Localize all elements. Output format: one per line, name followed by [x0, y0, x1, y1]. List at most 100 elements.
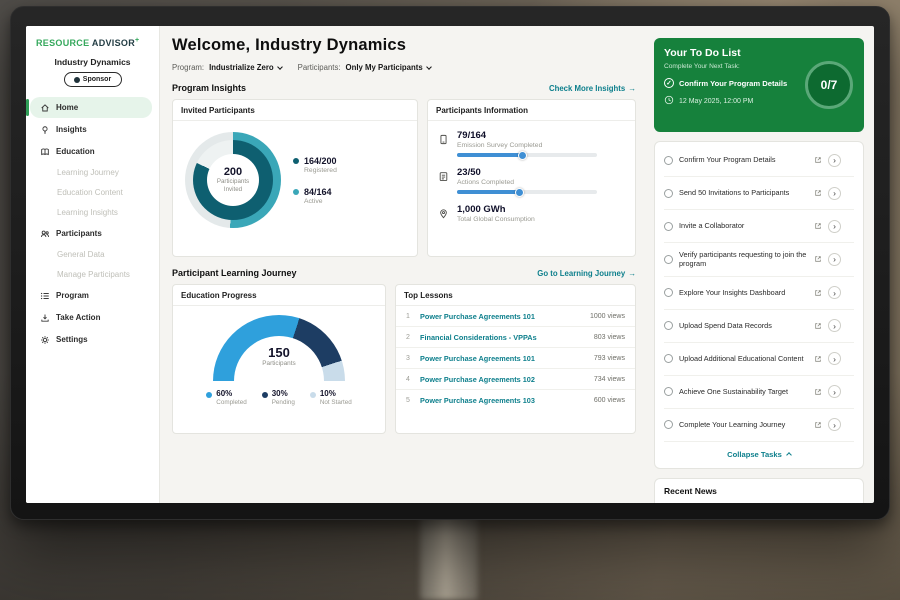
task-checkbox[interactable]	[664, 189, 673, 198]
legend-not-started: 10% Not Started	[310, 389, 352, 406]
lesson-link[interactable]: Financial Considerations - VPPAs	[420, 333, 586, 342]
logo-primary: RESOURCE	[36, 38, 89, 48]
home-icon	[39, 102, 50, 113]
sidebar-item-label: Education Content	[57, 188, 123, 197]
logo-secondary: ADVISOR	[92, 38, 135, 48]
lightbulb-icon	[39, 124, 50, 135]
external-link-icon	[814, 217, 822, 235]
sidebar-item-insights[interactable]: Insights	[26, 119, 159, 140]
pin-icon	[438, 204, 449, 227]
education-gauge-center: 150 Participants	[213, 345, 345, 367]
task-chevron-button[interactable]: ›	[828, 286, 841, 299]
task-checkbox[interactable]	[664, 387, 673, 396]
participants-information-card: Participants Information 79/164 Emission…	[427, 99, 636, 257]
arrow-right-icon: →	[628, 269, 636, 278]
emission-progress-bar	[457, 153, 597, 157]
participants-filter-dropdown[interactable]: Only My Participants	[346, 63, 431, 72]
external-link-icon	[814, 184, 822, 202]
task-row[interactable]: Upload Additional Educational Content ›	[664, 343, 854, 376]
education-progress-card: Education Progress 150 Participants	[172, 284, 386, 434]
go-to-learning-journey-link[interactable]: Go to Learning Journey →	[537, 269, 636, 278]
task-row[interactable]: Explore Your Insights Dashboard ›	[664, 277, 854, 310]
task-row[interactable]: Upload Spend Data Records ›	[664, 310, 854, 343]
sidebar-item-general-data[interactable]: General Data	[26, 245, 159, 264]
task-checkbox[interactable]	[664, 354, 673, 363]
lesson-link[interactable]: Power Purchase Agreements 101	[420, 312, 582, 321]
check-circle-icon: ✓	[664, 78, 674, 88]
sponsor-badge-label: Sponsor	[83, 76, 111, 83]
invited-donut-center: 200 Participants Invited	[207, 154, 259, 206]
sidebar-item-home[interactable]: Home	[30, 97, 152, 118]
todo-next-task[interactable]: ✓ Confirm Your Program Details	[664, 78, 814, 88]
program-filter: Program: Industrialize Zero	[172, 63, 282, 72]
invited-participants-donut: 200 Participants Invited	[185, 132, 281, 228]
list-icon	[39, 290, 50, 301]
survey-icon	[438, 130, 449, 157]
task-row[interactable]: Send 50 Invitations to Participants ›	[664, 177, 854, 210]
task-row[interactable]: Verify participants requesting to join t…	[664, 243, 854, 277]
sidebar-item-program[interactable]: Program	[26, 285, 159, 306]
check-more-insights-link[interactable]: Check More Insights →	[549, 84, 636, 93]
task-row[interactable]: Complete Your Learning Journey ›	[664, 409, 854, 442]
task-checkbox[interactable]	[664, 255, 673, 264]
todo-hero-card: Your To Do List Complete Your Next Task:…	[654, 38, 864, 132]
task-checkbox[interactable]	[664, 156, 673, 165]
app-logo[interactable]: RESOURCE ADVISOR+	[26, 35, 159, 54]
sidebar-item-manage-participants[interactable]: Manage Participants	[26, 265, 159, 284]
sidebar-item-label: Take Action	[56, 313, 100, 322]
sidebar-item-take-action[interactable]: Take Action	[26, 307, 159, 328]
sidebar-item-participants[interactable]: Participants	[26, 223, 159, 244]
learning-journey-title: Participant Learning Journey	[172, 268, 297, 278]
legend-active: 84/164 Active	[293, 187, 337, 205]
legend-registered: 164/200 Registered	[293, 156, 337, 174]
participants-filter-value: Only My Participants	[346, 63, 423, 72]
logo-plus: +	[135, 37, 139, 44]
active-dot-icon	[293, 189, 299, 195]
action-icon	[39, 312, 50, 323]
task-chevron-button[interactable]: ›	[828, 253, 841, 266]
org-name: Industry Dynamics	[26, 57, 159, 67]
external-link-icon	[814, 151, 822, 169]
program-filter-value: Industrialize Zero	[209, 63, 274, 72]
task-checkbox[interactable]	[664, 420, 673, 429]
sidebar-item-education-content[interactable]: Education Content	[26, 183, 159, 202]
task-chevron-button[interactable]: ›	[828, 220, 841, 233]
gear-icon	[39, 334, 50, 345]
filter-bar: Program: Industrialize Zero Participants…	[172, 63, 636, 72]
task-chevron-button[interactable]: ›	[828, 319, 841, 332]
arrow-right-icon: →	[628, 84, 636, 93]
todo-task-list: Confirm Your Program Details › Send 50 I…	[654, 141, 864, 469]
stat-global-consumption: 1,000 GWh Total Global Consumption	[438, 204, 625, 227]
task-chevron-button[interactable]: ›	[828, 385, 841, 398]
task-checkbox[interactable]	[664, 321, 673, 330]
sidebar-item-label: Learning Insights	[57, 208, 118, 217]
task-row[interactable]: Achieve One Sustainability Target ›	[664, 376, 854, 409]
task-chevron-button[interactable]: ›	[828, 418, 841, 431]
program-filter-label: Program:	[172, 63, 204, 72]
task-row[interactable]: Invite a Collaborator ›	[664, 210, 854, 243]
todo-panel: Your To Do List Complete Your Next Task:…	[648, 26, 874, 503]
sidebar-item-learning-journey[interactable]: Learning Journey	[26, 163, 159, 182]
task-row[interactable]: Confirm Your Program Details ›	[664, 144, 854, 177]
todo-progress-badge: 0/7	[805, 61, 853, 109]
sidebar-item-education[interactable]: Education	[26, 141, 159, 162]
sidebar-item-settings[interactable]: Settings	[26, 329, 159, 350]
education-progress-title: Education Progress	[173, 285, 385, 306]
sponsor-badge[interactable]: Sponsor	[64, 72, 122, 87]
lesson-link[interactable]: Power Purchase Agreements 102	[420, 375, 586, 384]
task-checkbox[interactable]	[664, 288, 673, 297]
collapse-tasks-button[interactable]: Collapse Tasks	[664, 442, 854, 468]
task-checkbox[interactable]	[664, 222, 673, 231]
task-chevron-button[interactable]: ›	[828, 187, 841, 200]
task-chevron-button[interactable]: ›	[828, 154, 841, 167]
task-chevron-button[interactable]: ›	[828, 352, 841, 365]
program-filter-dropdown[interactable]: Industrialize Zero	[209, 63, 282, 72]
learning-journey-cards: Education Progress 150 Participants	[172, 284, 636, 434]
sidebar-item-label: Learning Journey	[57, 168, 119, 177]
legend-completed: 60% Completed	[206, 389, 246, 406]
lesson-link[interactable]: Power Purchase Agreements 103	[420, 396, 586, 405]
lesson-link[interactable]: Power Purchase Agreements 101	[420, 354, 586, 363]
sidebar-item-learning-insights[interactable]: Learning Insights	[26, 203, 159, 222]
stat-actions-completed: 23/50 Actions Completed	[438, 167, 625, 194]
chevron-up-icon	[786, 453, 792, 459]
